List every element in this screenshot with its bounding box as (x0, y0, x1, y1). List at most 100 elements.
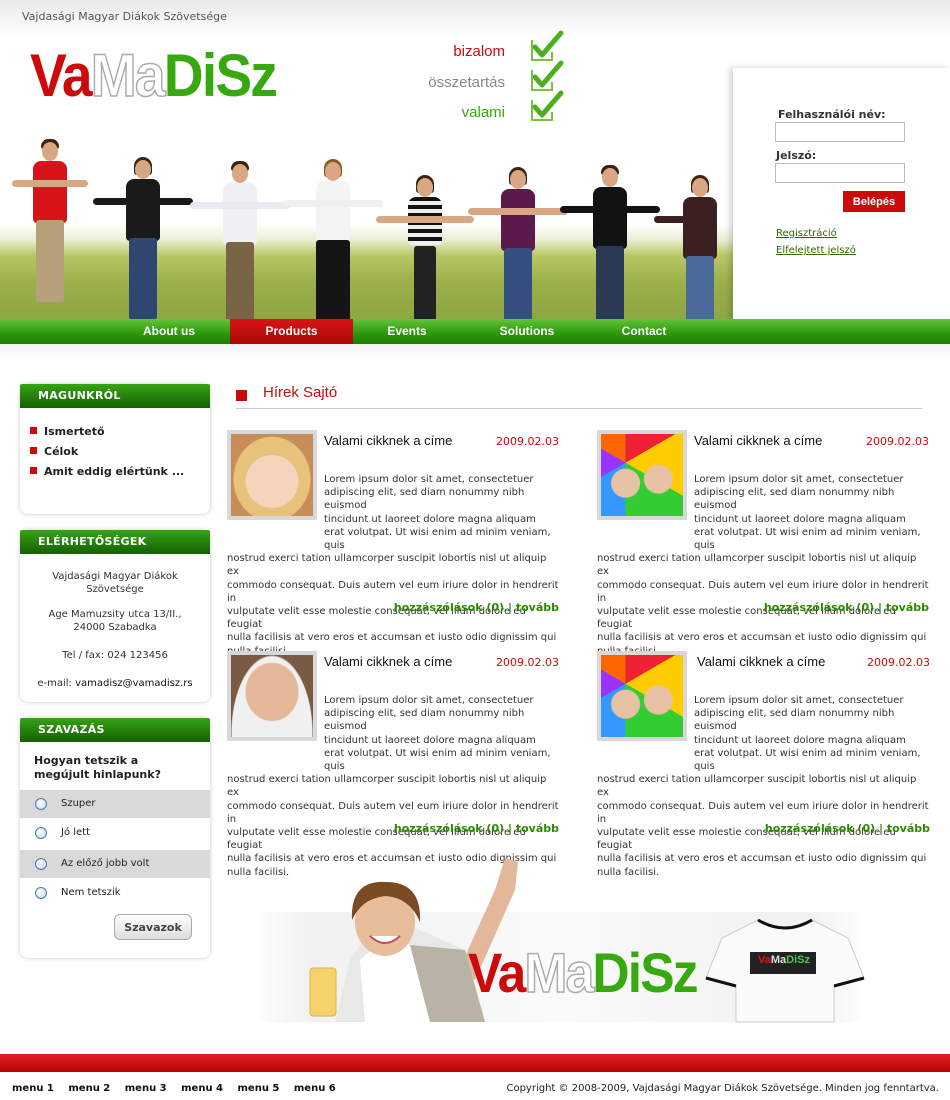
logo-part-va: Va (468, 941, 526, 1004)
nav-solutions[interactable]: Solutions (461, 319, 593, 344)
article-text-line: erat volutpat. Ut wisi enim ad minim ven… (324, 747, 551, 773)
contact-address-line: Age Mamuzsity utca 13/II., (48, 609, 182, 620)
article-text-line: Lorem ipsum dolor sit amet, consectetuer (694, 695, 904, 706)
logo-part-disz: DiSz (163, 42, 278, 109)
footer-menu-item[interactable]: menu 3 (125, 1083, 167, 1094)
nav-about-us[interactable]: About us (108, 319, 230, 344)
section-bullet-icon (236, 390, 247, 401)
login-button[interactable]: Belépés (843, 191, 905, 212)
comments-link[interactable]: hozzászólások (0) (765, 822, 875, 835)
section-title: Hírek Sajtó (263, 384, 338, 401)
nav-contact[interactable]: Contact (593, 319, 695, 344)
logo-part-ma: Ma (770, 954, 787, 966)
poll-box-title: SZAVAZÁS (20, 718, 210, 742)
contact-org-line: Szövetsége (86, 584, 144, 595)
nav-shadow (0, 344, 950, 360)
contact-address-line: 24000 Szabadka (73, 622, 157, 633)
logo-part-ma: Ma (524, 940, 595, 1005)
person-figure (12, 130, 88, 310)
article-body: Lorem ipsum dolor sit amet, consectetuer… (227, 473, 559, 658)
username-label: Felhasználói név: (778, 108, 886, 121)
news-article: Valami cikknek a címe 2009.02.03 Lorem i… (597, 651, 930, 878)
password-input[interactable] (775, 163, 905, 183)
article-text-line: Lorem ipsum dolor sit amet, consectetuer (694, 474, 904, 485)
nav-products[interactable]: Products (230, 319, 353, 344)
article-text-line: erat volutpat. Ut wisi enim ad minim ven… (324, 526, 551, 552)
footer-menu-item[interactable]: menu 1 (12, 1083, 54, 1094)
article-links: hozzászólások (0) | tovább (764, 822, 930, 835)
contact-org: Vajdasági Magyar Diákok Szövetsége (20, 570, 210, 596)
article-text-line: nostrud exerci tation ullamcorper suscip… (227, 553, 547, 578)
logo-part-va: Va (758, 954, 771, 966)
contact-phone: Tel / fax: 024 123456 (62, 650, 168, 661)
article-text-line: adipiscing elit, sed diam nonummy nibh e… (694, 487, 895, 512)
forgot-password-link[interactable]: Elfelejtett jelszó (776, 245, 856, 256)
vote-button[interactable]: Szavazok (114, 914, 192, 940)
article-text-line: nulla facilisis at vero eros et accumsan… (227, 632, 557, 644)
password-label: Jelszó: (776, 149, 817, 162)
promo-banner[interactable]: VaMaDiSz VaMaDiSz (250, 850, 870, 1030)
footer-menu-item[interactable]: menu 6 (294, 1083, 336, 1094)
article-date: 2009.02.03 (867, 656, 930, 669)
poll-box: SZAVAZÁS Hogyan tetszik a megújult hinla… (20, 718, 210, 958)
contact-email-label: e-mail: (37, 678, 72, 689)
radio-button-icon[interactable] (35, 827, 47, 839)
person-figure (190, 152, 290, 320)
read-more-link[interactable]: tovább (886, 601, 929, 614)
article-date: 2009.02.03 (866, 435, 929, 448)
radio-button-icon[interactable] (35, 858, 47, 870)
article-text-line: nostrud exerci tation ullamcorper suscip… (597, 774, 917, 799)
article-text-line: tincidunt ut laoreet dolore magna aliqua… (694, 513, 906, 525)
radio-button-icon[interactable] (35, 887, 47, 899)
about-item-goals[interactable]: Célok (20, 445, 210, 465)
article-text-line: tincidunt ut laoreet dolore magna aliqua… (324, 734, 536, 746)
about-item-achievements[interactable]: Amit eddig elértünk ... (20, 465, 210, 485)
article-text-line: nostrud exerci tation ullamcorper suscip… (227, 774, 547, 799)
person-figure (654, 166, 728, 320)
footer-menu-item[interactable]: menu 5 (238, 1083, 280, 1094)
about-item-overview[interactable]: Ismertető (20, 425, 210, 445)
nav-events[interactable]: Events (353, 319, 461, 344)
poll-option[interactable]: Szuper (20, 790, 210, 818)
news-article: Valami cikknek a címe 2009.02.03 Lorem i… (597, 430, 929, 657)
comments-link[interactable]: hozzászólások (0) (764, 601, 874, 614)
article-text-line: adipiscing elit, sed diam nonummy nibh e… (324, 708, 525, 733)
logo-part-disz: DiSz (592, 941, 698, 1004)
news-article: Valami cikknek a címe 2009.02.03 Lorem i… (227, 430, 559, 657)
slogan-something: valami (461, 104, 505, 121)
person-figure (283, 150, 383, 320)
contact-box: ELÉRHETŐSÉGEK Vajdasági Magyar Diákok Sz… (20, 530, 210, 702)
contact-box-title: ELÉRHETŐSÉGEK (20, 530, 210, 554)
article-title[interactable]: Valami cikknek a címe (694, 433, 822, 448)
contact-email-link[interactable]: vamadisz@vamadisz.rs (75, 678, 193, 689)
poll-option[interactable]: Az előző jobb volt (20, 850, 210, 878)
poll-option[interactable]: Nem tetszik (20, 879, 210, 907)
article-title[interactable]: Valami cikknek a címe (324, 654, 452, 669)
checkmark-icon (531, 30, 564, 61)
banner-logo: VaMaDiSz (468, 940, 699, 1005)
poll-option-label: Szuper (61, 798, 96, 809)
comments-link[interactable]: hozzászólások (0) (394, 822, 504, 835)
article-title[interactable]: Valami cikknek a címe (324, 433, 452, 448)
footer-menu-item[interactable]: menu 2 (68, 1083, 110, 1094)
username-input[interactable] (775, 122, 905, 142)
register-link[interactable]: Regisztráció (776, 228, 837, 239)
read-more-link[interactable]: tovább (516, 822, 559, 835)
copyright-text: Copyright © 2008-2009, Vajdasági Magyar … (506, 1083, 939, 1094)
poll-option[interactable]: Jó lett (20, 819, 210, 847)
read-more-link[interactable]: tovább (516, 601, 559, 614)
read-more-link[interactable]: tovább (887, 822, 930, 835)
org-name: Vajdasági Magyar Diákok Szövetsége (22, 10, 227, 23)
comments-link[interactable]: hozzászólások (0) (394, 601, 504, 614)
footer-menu-item[interactable]: menu 4 (181, 1083, 223, 1094)
article-date: 2009.02.03 (496, 656, 559, 669)
article-date: 2009.02.03 (496, 435, 559, 448)
article-text-line: tincidunt ut laoreet dolore magna aliqua… (694, 734, 906, 746)
radio-button-icon[interactable] (35, 798, 47, 810)
person-figure (560, 156, 660, 320)
site-logo[interactable]: VaMaDiSz (30, 42, 278, 109)
hero-photo (0, 130, 735, 320)
article-title[interactable]: Valami cikknek a címe (697, 654, 825, 669)
poll-option-label: Nem tetszik (61, 887, 121, 898)
article-text-line: adipiscing elit, sed diam nonummy nibh e… (694, 708, 895, 733)
